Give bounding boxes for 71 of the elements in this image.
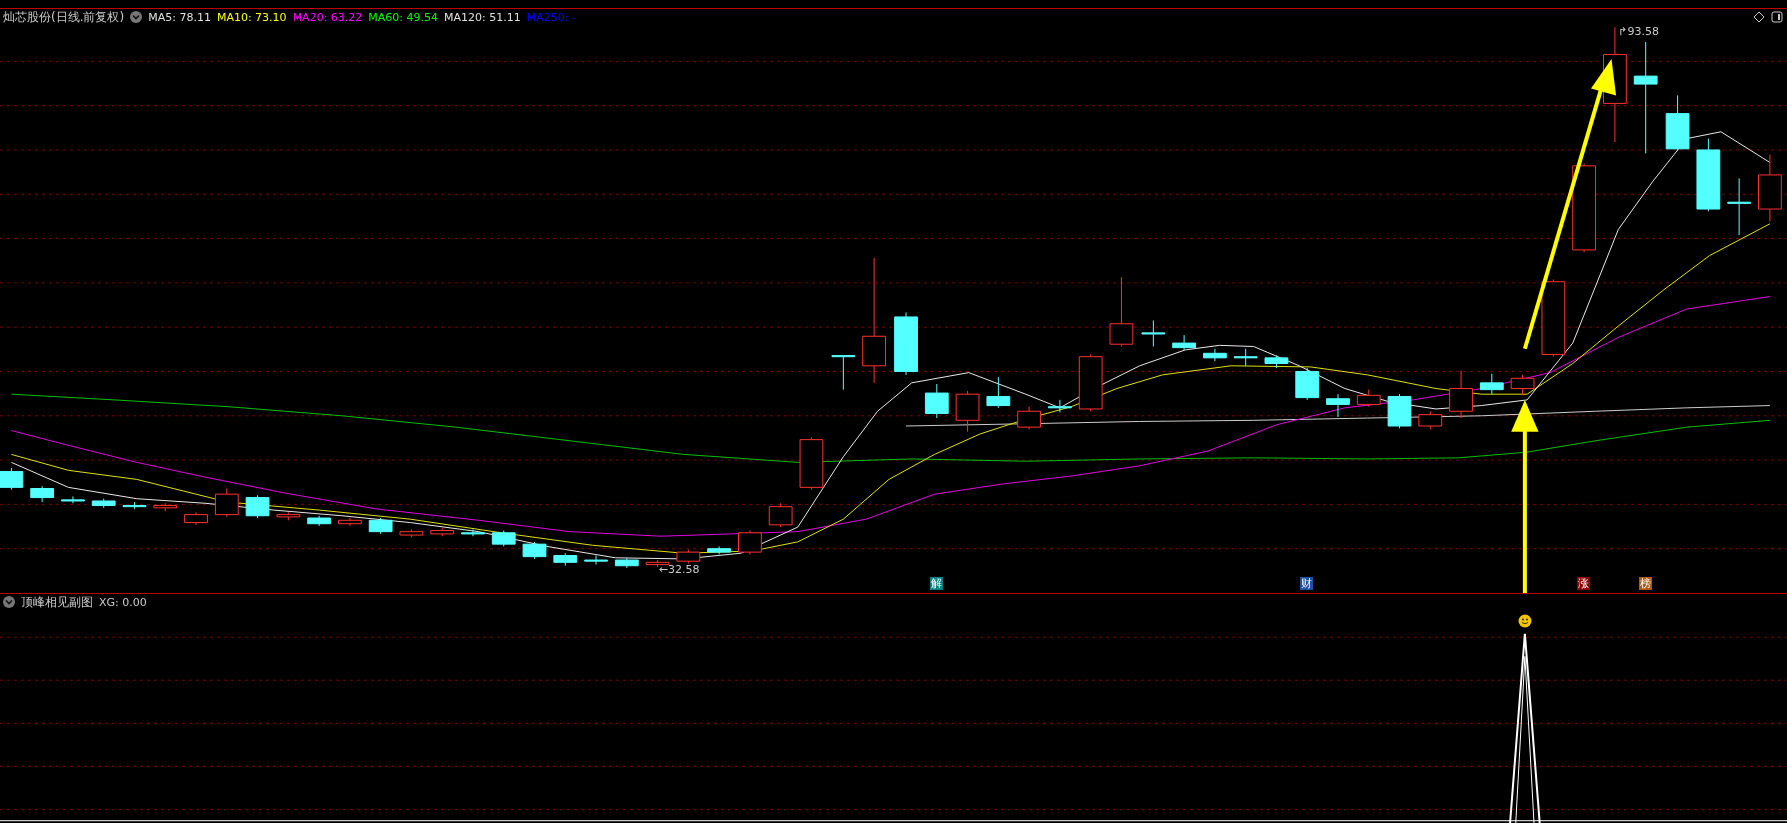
candlestick (184, 511, 208, 526)
dropdown-icon[interactable] (130, 11, 143, 23)
candlestick (0, 467, 24, 491)
candlestick (491, 530, 516, 547)
candlestick (461, 528, 485, 537)
panel-icon[interactable] (1771, 11, 1783, 23)
candlestick (1109, 276, 1134, 347)
candlestick (1510, 374, 1535, 396)
candlestick (676, 549, 701, 564)
candlestick (799, 436, 824, 491)
event-marker[interactable]: 涨 (1577, 577, 1591, 591)
candlestick (338, 517, 362, 527)
candlestick (1758, 154, 1782, 223)
candlestick (738, 530, 762, 555)
candlestick (122, 501, 147, 510)
event-marker[interactable]: 榜 (1638, 577, 1652, 591)
candlestick (368, 517, 393, 535)
candlestick (894, 311, 918, 376)
indicator-value: MA60: 49.54 (368, 10, 439, 24)
dropdown-icon[interactable] (3, 596, 15, 608)
event-marker[interactable]: 财 (1300, 577, 1314, 591)
indicator-value: MA20: 63.22 (292, 10, 363, 24)
candlestick (307, 515, 331, 527)
candlestick (430, 527, 455, 537)
candlestick (584, 555, 608, 566)
candlestick (707, 545, 732, 555)
candlestick (1418, 410, 1443, 430)
indicator-value: MA10: 73.10 (216, 10, 287, 24)
indicator-value: XG: 0.00 (99, 595, 147, 609)
candlestick (1326, 393, 1350, 418)
candlestick (30, 485, 55, 503)
candlestick (214, 488, 239, 518)
candlestick (1233, 348, 1258, 367)
candlestick (1479, 373, 1504, 395)
event-marker[interactable]: 解 (929, 577, 943, 591)
candlestick (1387, 393, 1412, 429)
candlestick (768, 502, 793, 528)
candlestick (1665, 94, 1690, 152)
candlestick (986, 376, 1011, 409)
candlestick (955, 390, 980, 433)
candlestick (1356, 389, 1381, 408)
candlestick (153, 502, 178, 512)
chart-title: 灿芯股份(日线.前复权) (3, 8, 125, 26)
candlestick (276, 511, 301, 521)
low-price-label: ←32.58 (658, 563, 700, 577)
diamond-icon[interactable] (1753, 11, 1765, 23)
candlestick (831, 355, 856, 391)
candlestick (1295, 367, 1320, 401)
smiley-icon (1517, 614, 1532, 628)
candlestick (91, 498, 116, 509)
candlestick (245, 494, 270, 519)
candlestick (1172, 334, 1196, 351)
indicator-value: MA120: 51.11 (444, 10, 521, 24)
candlestick (1203, 348, 1227, 362)
candlestick (1264, 355, 1289, 369)
high-price-label: ↱93.58 (1618, 25, 1660, 38)
candlestick (614, 557, 639, 569)
candlestick (399, 528, 424, 538)
candlestick (1048, 399, 1072, 413)
candlestick (1141, 319, 1166, 347)
subchart-title: 顶峰相见副图 (21, 593, 93, 611)
candlestick (1727, 177, 1752, 236)
candlestick (522, 541, 547, 560)
indicator-value: MA250: - (526, 10, 576, 24)
candlestick (1449, 369, 1473, 419)
candlestick (61, 495, 85, 504)
candlestick (553, 552, 578, 567)
candlestick (924, 383, 949, 419)
indicator-value: MA5: 78.11 (148, 10, 211, 24)
candlestick (1017, 406, 1041, 430)
candlestick (1078, 353, 1103, 412)
